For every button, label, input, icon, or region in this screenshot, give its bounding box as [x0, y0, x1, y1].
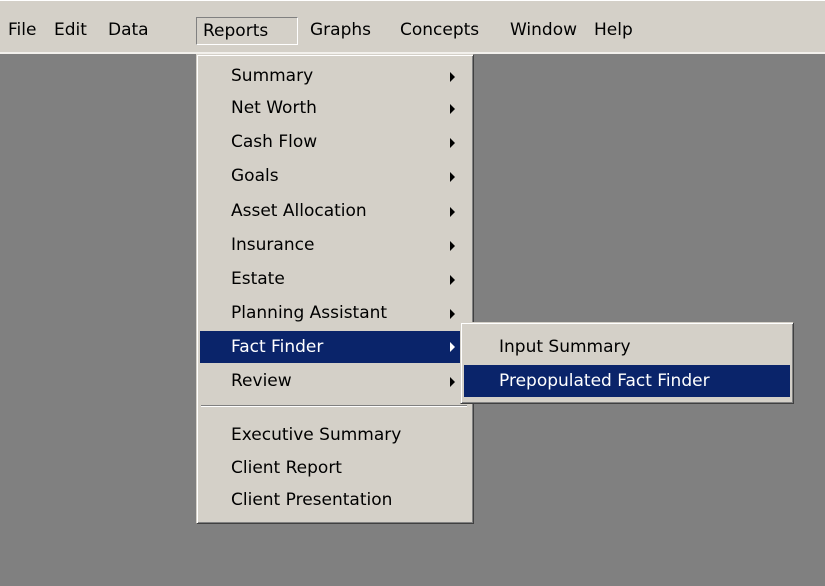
menu-item-label: Client Report — [231, 458, 342, 478]
menu-edit[interactable]: Edit — [48, 17, 93, 45]
menu-item-estate[interactable]: Estate — [200, 266, 470, 293]
menu-item-net-worth[interactable]: Net Worth — [200, 95, 470, 122]
menu-item-label: Estate — [231, 269, 285, 289]
fact-finder-submenu: Input Summary Prepopulated Fact Finder — [460, 322, 794, 404]
submenu-arrow-icon — [450, 104, 455, 114]
menu-item-label: Insurance — [231, 235, 315, 255]
submenu-arrow-icon — [450, 309, 455, 319]
menu-item-input-summary[interactable]: Input Summary — [464, 331, 790, 363]
menu-item-executive-summary[interactable]: Executive Summary — [200, 422, 470, 449]
menu-item-label: Cash Flow — [231, 132, 318, 152]
menu-item-label: Goals — [231, 166, 279, 186]
menu-item-client-presentation[interactable]: Client Presentation — [200, 487, 470, 514]
menu-item-label: Net Worth — [231, 98, 317, 118]
menu-separator — [201, 405, 467, 407]
submenu-arrow-icon — [450, 72, 455, 82]
submenu-arrow-icon — [450, 342, 455, 352]
menu-window[interactable]: Window — [504, 17, 583, 45]
menu-item-label: Review — [231, 371, 292, 391]
menu-item-prepopulated-fact-finder[interactable]: Prepopulated Fact Finder — [464, 365, 790, 397]
menu-item-insurance[interactable]: Insurance — [200, 232, 470, 259]
menu-help[interactable]: Help — [588, 17, 639, 45]
menu-item-review[interactable]: Review — [200, 368, 470, 395]
menu-item-label: Prepopulated Fact Finder — [499, 371, 710, 391]
menu-concepts[interactable]: Concepts — [394, 17, 485, 45]
menu-item-planning-assistant[interactable]: Planning Assistant — [200, 300, 470, 327]
menu-item-label: Planning Assistant — [231, 303, 388, 323]
menu-item-label: Input Summary — [499, 337, 631, 357]
submenu-arrow-icon — [450, 172, 455, 182]
menu-item-goals[interactable]: Goals — [200, 163, 470, 190]
reports-dropdown: Summary Net Worth Cash Flow Goals Asset … — [196, 54, 474, 524]
menu-item-label: Fact Finder — [231, 337, 324, 357]
submenu-arrow-icon — [450, 207, 455, 217]
submenu-arrow-icon — [450, 138, 455, 148]
menu-item-client-report[interactable]: Client Report — [200, 455, 470, 482]
menu-reports[interactable]: Reports — [196, 17, 298, 45]
menu-bar: File Edit Data Reports Graphs Concepts W… — [0, 0, 825, 52]
submenu-arrow-icon — [450, 241, 455, 251]
menu-item-label: Client Presentation — [231, 490, 393, 510]
menu-item-asset-allocation[interactable]: Asset Allocation — [200, 198, 470, 225]
menu-item-summary[interactable]: Summary — [200, 63, 470, 90]
menu-item-label: Asset Allocation — [231, 201, 367, 221]
menu-file[interactable]: File — [2, 17, 42, 45]
submenu-arrow-icon — [450, 377, 455, 387]
menu-graphs[interactable]: Graphs — [304, 17, 377, 45]
menu-item-cash-flow[interactable]: Cash Flow — [200, 129, 470, 156]
menu-item-label: Executive Summary — [231, 425, 402, 445]
menu-data[interactable]: Data — [102, 17, 155, 45]
menu-item-fact-finder[interactable]: Fact Finder — [200, 331, 470, 363]
menu-item-label: Summary — [231, 66, 314, 86]
submenu-arrow-icon — [450, 275, 455, 285]
